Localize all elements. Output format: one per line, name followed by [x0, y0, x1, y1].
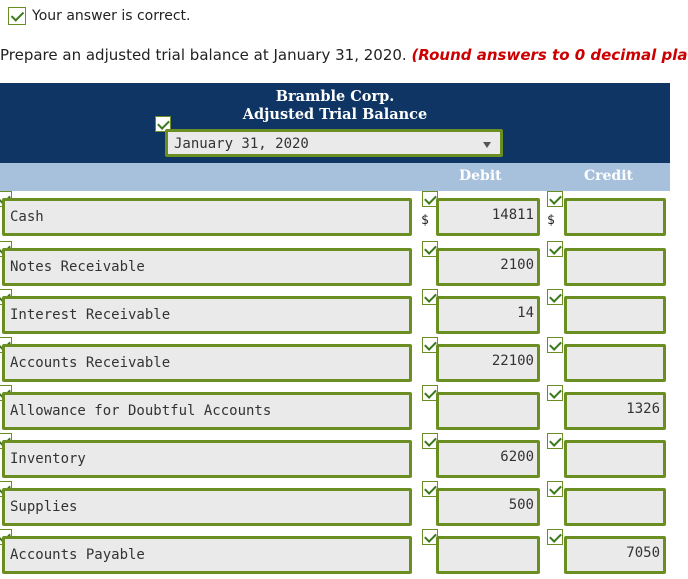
- check-icon: [547, 337, 563, 353]
- debit-field[interactable]: [436, 536, 540, 574]
- instruction-text: Prepare an adjusted trial balance at Jan…: [0, 46, 407, 64]
- debit-field[interactable]: 22100: [436, 344, 540, 382]
- check-icon: [8, 7, 26, 25]
- debit-dollar-sign: $: [421, 213, 429, 228]
- rounding-note: (Round answers to 0 decimal pla: [411, 46, 688, 64]
- table-row: Cash $ 14811 $: [0, 191, 688, 241]
- credit-field[interactable]: 1326: [564, 392, 666, 430]
- account-field[interactable]: Accounts Receivable: [2, 344, 412, 382]
- account-field[interactable]: Supplies: [2, 488, 412, 526]
- check-icon: [547, 191, 563, 207]
- account-field[interactable]: Notes Receivable: [2, 248, 412, 286]
- check-icon: [547, 289, 563, 305]
- credit-field[interactable]: [564, 440, 666, 478]
- debit-field[interactable]: [436, 392, 540, 430]
- table-row: Accounts Payable 7050: [0, 529, 688, 579]
- check-icon: [547, 433, 563, 449]
- account-field[interactable]: Accounts Payable: [2, 536, 412, 574]
- column-headers: Debit Credit: [0, 163, 670, 191]
- dropdown-arrow-icon: [483, 142, 491, 148]
- instruction: Prepare an adjusted trial balance at Jan…: [0, 46, 687, 64]
- table-row: Allowance for Doubtful Accounts 1326: [0, 385, 688, 435]
- credit-field[interactable]: [564, 198, 666, 236]
- credit-field[interactable]: [564, 488, 666, 526]
- check-icon: [547, 481, 563, 497]
- correct-status: Your answer is correct.: [8, 5, 190, 27]
- credit-field[interactable]: [564, 248, 666, 286]
- table-row: Notes Receivable 2100: [0, 241, 688, 291]
- debit-field[interactable]: 500: [436, 488, 540, 526]
- check-icon: [547, 241, 563, 257]
- credit-column-header: Credit: [584, 168, 633, 184]
- table-row: Interest Receivable 14: [0, 289, 688, 339]
- debit-field[interactable]: 14: [436, 296, 540, 334]
- credit-dollar-sign: $: [547, 213, 555, 228]
- check-icon: [547, 529, 563, 545]
- account-field[interactable]: Cash: [2, 198, 412, 236]
- table-row: Supplies 500: [0, 481, 688, 531]
- account-field[interactable]: Interest Receivable: [2, 296, 412, 334]
- check-icon: [547, 385, 563, 401]
- debit-field[interactable]: 6200: [436, 440, 540, 478]
- date-select-value: January 31, 2020: [174, 136, 309, 152]
- company-name: Bramble Corp.: [275, 88, 395, 105]
- date-select[interactable]: January 31, 2020: [165, 129, 503, 157]
- credit-field[interactable]: [564, 296, 666, 334]
- statement-title: Adjusted Trial Balance: [242, 106, 428, 123]
- account-field[interactable]: Inventory: [2, 440, 412, 478]
- debit-column-header: Debit: [459, 168, 502, 184]
- statement-header: Bramble Corp. Adjusted Trial Balance Jan…: [0, 83, 670, 163]
- credit-field[interactable]: [564, 344, 666, 382]
- correct-status-text: Your answer is correct.: [32, 8, 191, 24]
- debit-field[interactable]: 2100: [436, 248, 540, 286]
- table-row: Accounts Receivable 22100: [0, 337, 688, 387]
- debit-field[interactable]: 14811: [436, 198, 540, 236]
- table-row: Inventory 6200: [0, 433, 688, 483]
- credit-field[interactable]: 7050: [564, 536, 666, 574]
- account-field[interactable]: Allowance for Doubtful Accounts: [2, 392, 412, 430]
